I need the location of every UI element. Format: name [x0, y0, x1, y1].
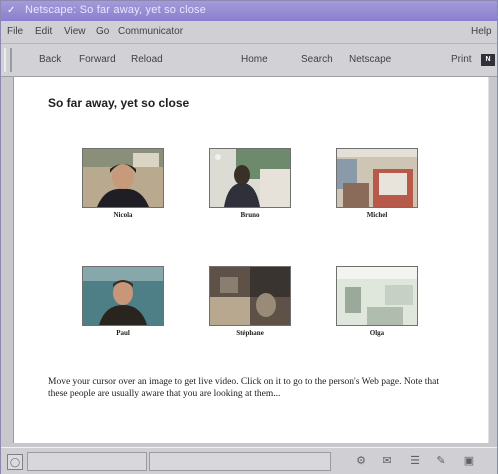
live-video-thumbnail[interactable] [82, 266, 164, 326]
menu-help[interactable]: Help [471, 26, 492, 37]
composer-icon[interactable]: ✎ [433, 454, 449, 468]
address-book-icon[interactable]: ▣ [461, 454, 477, 468]
progress-field [27, 452, 147, 471]
netscape-throbber-icon[interactable]: N [481, 54, 495, 66]
home-button[interactable]: Home [241, 54, 268, 65]
person-card[interactable]: Bruno [209, 148, 291, 219]
menu-view[interactable]: View [64, 26, 86, 37]
forward-button[interactable]: Forward [79, 54, 116, 65]
person-card[interactable]: Paul [82, 266, 164, 337]
page-title: So far away, yet so close [48, 96, 190, 110]
live-video-thumbnail[interactable] [336, 266, 418, 326]
person-name[interactable]: Michel [336, 211, 418, 219]
netscape-button[interactable]: Netscape [349, 54, 391, 65]
menu-go[interactable]: Go [96, 26, 109, 37]
menu-file[interactable]: File [7, 26, 23, 37]
person-name[interactable]: Nicola [82, 211, 164, 219]
toolbar-grip[interactable] [4, 48, 12, 72]
mail-icon[interactable]: ✉ [379, 454, 395, 468]
live-video-thumbnail[interactable] [336, 148, 418, 208]
menu-edit[interactable]: Edit [35, 26, 52, 37]
person-name[interactable]: Olga [336, 329, 418, 337]
person-card[interactable]: Michel [336, 148, 418, 219]
menu-bar: File Edit View Go Communicator Help [1, 21, 497, 44]
person-card[interactable]: Nicola [82, 148, 164, 219]
person-name[interactable]: Bruno [209, 211, 291, 219]
page-content: So far away, yet so close Nicola Bruno M… [13, 77, 489, 443]
reload-button[interactable]: Reload [131, 54, 163, 65]
window-menu-icon[interactable]: ✓ [7, 5, 19, 17]
person-card[interactable]: Stéphane [209, 266, 291, 337]
navigation-toolbar: Back Forward Reload Home Search Netscape… [1, 44, 497, 77]
person-card[interactable]: Olga [336, 266, 418, 337]
title-bar: ✓ Netscape: So far away, yet so close [1, 1, 497, 21]
discussion-icon[interactable]: ☰ [407, 454, 423, 468]
security-lock-icon[interactable]: ◯ [7, 454, 23, 470]
navigator-icon[interactable]: ⚙ [353, 454, 369, 468]
print-button[interactable]: Print [451, 54, 472, 65]
status-text-field [149, 452, 331, 471]
live-video-thumbnail[interactable] [209, 148, 291, 208]
person-name[interactable]: Stéphane [209, 329, 291, 337]
status-bar: ◯ ⚙ ✉ ☰ ✎ ▣ [1, 447, 497, 474]
live-video-thumbnail[interactable] [209, 266, 291, 326]
live-video-thumbnail[interactable] [82, 148, 164, 208]
menu-communicator[interactable]: Communicator [118, 26, 183, 37]
window-title: Netscape: So far away, yet so close [25, 4, 207, 16]
person-name[interactable]: Paul [82, 329, 164, 337]
browser-window: ✓ Netscape: So far away, yet so close Fi… [0, 0, 498, 474]
search-button[interactable]: Search [301, 54, 333, 65]
instructions-text: Move your cursor over an image to get li… [48, 377, 439, 399]
back-button[interactable]: Back [39, 54, 61, 65]
